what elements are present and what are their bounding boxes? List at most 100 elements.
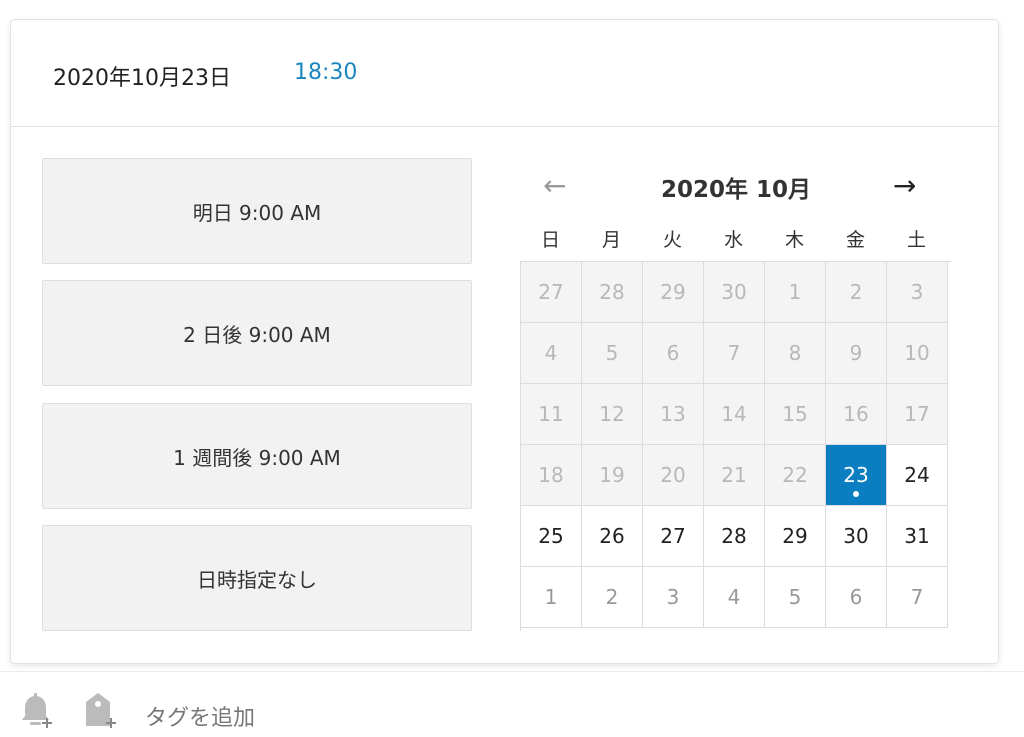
day-number: 31: [904, 524, 930, 548]
calendar-day[interactable]: 17: [887, 384, 948, 445]
day-number: 30: [721, 280, 747, 304]
calendar-day[interactable]: 4: [521, 323, 582, 384]
calendar-day[interactable]: 13: [643, 384, 704, 445]
day-number: 20: [660, 463, 686, 487]
day-number: 28: [599, 280, 625, 304]
calendar-day[interactable]: 1: [765, 262, 826, 323]
day-number: 1: [544, 585, 558, 609]
arrow-left-icon[interactable]: ←: [543, 172, 566, 200]
day-number: 19: [599, 463, 625, 487]
calendar-day[interactable]: 19: [582, 445, 643, 506]
calendar-day[interactable]: 29: [765, 506, 826, 567]
calendar-day[interactable]: 1: [521, 567, 582, 628]
tag-plus-icon[interactable]: [80, 690, 120, 730]
day-number: 4: [544, 341, 558, 365]
weekday-label: 日: [540, 229, 560, 251]
calendar-day[interactable]: 30: [704, 262, 765, 323]
day-number: 27: [660, 524, 686, 548]
calendar-day[interactable]: 6: [643, 323, 704, 384]
day-number: 25: [538, 524, 564, 548]
calendar-day[interactable]: 22: [765, 445, 826, 506]
selected-time-field[interactable]: 18:30: [294, 60, 357, 85]
day-number: 30: [843, 524, 869, 548]
calendar-day[interactable]: 12: [582, 384, 643, 445]
calendar-day[interactable]: 9: [826, 323, 887, 384]
day-number: 14: [721, 402, 747, 426]
calendar-day[interactable]: 4: [704, 567, 765, 628]
day-number: 28: [721, 524, 747, 548]
calendar-day[interactable]: 3: [887, 262, 948, 323]
day-number: 13: [660, 402, 686, 426]
day-number: 11: [538, 402, 564, 426]
quick-option-two-days[interactable]: 2 日後 9:00 AM: [42, 280, 472, 386]
weekday-label: 土: [906, 229, 926, 251]
calendar-day[interactable]: 24: [887, 445, 948, 506]
day-number: 3: [910, 280, 924, 304]
day-number: 24: [904, 463, 930, 487]
calendar-day[interactable]: 31: [887, 506, 948, 567]
day-number: 21: [721, 463, 747, 487]
calendar-day[interactable]: 15: [765, 384, 826, 445]
day-number: 17: [904, 402, 930, 426]
day-number: 8: [788, 341, 802, 365]
weekday-label: 水: [723, 229, 743, 251]
day-number: 4: [727, 585, 741, 609]
today-indicator-dot: [853, 491, 859, 497]
weekday-label: 火: [662, 229, 682, 251]
calendar-day[interactable]: 20: [643, 445, 704, 506]
day-number: 29: [782, 524, 808, 548]
calendar-day[interactable]: 7: [704, 323, 765, 384]
calendar-day-selected[interactable]: 23: [826, 445, 887, 506]
day-number: 23: [843, 463, 869, 487]
day-number: 29: [660, 280, 686, 304]
calendar-day[interactable]: 28: [704, 506, 765, 567]
calendar-day[interactable]: 18: [521, 445, 582, 506]
quick-option-tomorrow[interactable]: 明日 9:00 AM: [42, 158, 472, 264]
day-number: 7: [727, 341, 741, 365]
calendar-day[interactable]: 7: [887, 567, 948, 628]
day-number: 3: [666, 585, 680, 609]
date-picker-panel: 2020年10月23日 18:30 明日 9:00 AM 2 日後 9:00 A…: [11, 20, 998, 663]
calendar-day[interactable]: 8: [765, 323, 826, 384]
calendar-day[interactable]: 27: [521, 262, 582, 323]
day-number: 18: [538, 463, 564, 487]
day-number: 2: [605, 585, 619, 609]
calendar-day[interactable]: 16: [826, 384, 887, 445]
calendar-grid: 27 28 29 30 1 2 3 4 5 6 7 8 9 10 11 12 13 14 15 16 17 18 19 20 2…: [520, 261, 951, 631]
calendar-day[interactable]: 2: [826, 262, 887, 323]
calendar-day[interactable]: 29: [643, 262, 704, 323]
day-number: 6: [666, 341, 680, 365]
day-number: 7: [910, 585, 924, 609]
arrow-right-icon[interactable]: →: [893, 172, 916, 200]
day-number: 26: [599, 524, 625, 548]
calendar-day[interactable]: 27: [643, 506, 704, 567]
calendar-day[interactable]: 5: [582, 323, 643, 384]
calendar-day[interactable]: 28: [582, 262, 643, 323]
calendar-day[interactable]: 14: [704, 384, 765, 445]
calendar-day[interactable]: 5: [765, 567, 826, 628]
calendar-day[interactable]: 30: [826, 506, 887, 567]
bell-plus-icon[interactable]: [16, 690, 56, 730]
calendar-day[interactable]: 26: [582, 506, 643, 567]
add-tag-button[interactable]: タグを追加: [145, 700, 255, 732]
quick-option-no-date[interactable]: 日時指定なし: [42, 525, 472, 631]
day-number: 12: [599, 402, 625, 426]
calendar-day[interactable]: 25: [521, 506, 582, 567]
selected-date-field[interactable]: 2020年10月23日: [53, 60, 231, 92]
calendar-day[interactable]: 2: [582, 567, 643, 628]
day-number: 5: [605, 341, 619, 365]
weekday-label: 木: [784, 229, 804, 251]
day-number: 15: [782, 402, 808, 426]
picker-header: 2020年10月23日 18:30: [11, 20, 998, 127]
day-number: 27: [538, 280, 564, 304]
calendar-day[interactable]: 10: [887, 323, 948, 384]
day-number: 9: [849, 341, 863, 365]
calendar-day[interactable]: 3: [643, 567, 704, 628]
day-number: 1: [788, 280, 802, 304]
calendar-day[interactable]: 11: [521, 384, 582, 445]
quick-option-one-week[interactable]: 1 週間後 9:00 AM: [42, 403, 472, 509]
calendar-day[interactable]: 6: [826, 567, 887, 628]
day-number: 16: [843, 402, 869, 426]
day-number: 10: [904, 341, 930, 365]
calendar-day[interactable]: 21: [704, 445, 765, 506]
